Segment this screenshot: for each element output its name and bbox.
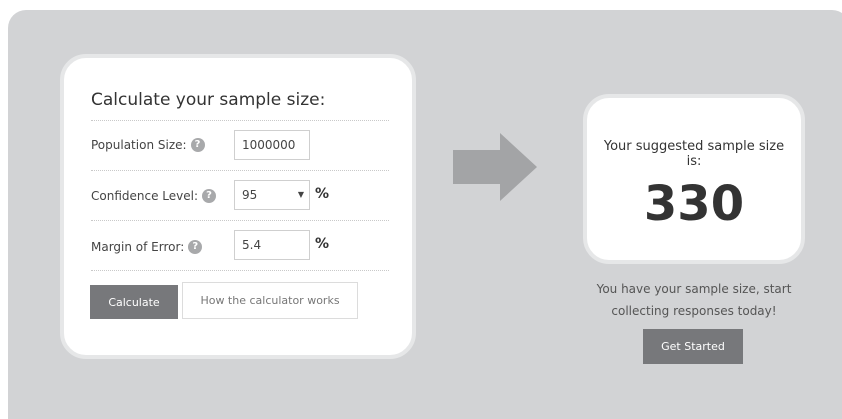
get-started-button[interactable]: Get Started bbox=[643, 329, 743, 364]
how-calculator-works-button[interactable]: How the calculator works bbox=[182, 282, 358, 319]
divider bbox=[91, 270, 389, 271]
confidence-unit: % bbox=[315, 186, 330, 202]
population-label-text: Population Size: bbox=[91, 138, 187, 152]
margin-of-error-input[interactable]: 5.4 bbox=[234, 230, 310, 260]
margin-label-text: Margin of Error: bbox=[91, 240, 185, 254]
help-icon[interactable]: ? bbox=[188, 240, 203, 254]
margin-label: Margin of Error: ? bbox=[91, 240, 203, 254]
calculator-title: Calculate your sample size: bbox=[91, 90, 326, 110]
calculate-button[interactable]: Calculate bbox=[90, 285, 178, 319]
result-card: Your suggested sample size is: 330 bbox=[583, 94, 805, 264]
arrow-right-icon bbox=[453, 133, 537, 201]
confidence-label: Confidence Level: ? bbox=[91, 189, 217, 203]
calculator-card: Calculate your sample size: Population S… bbox=[60, 54, 416, 359]
population-size-input[interactable]: 1000000 bbox=[234, 130, 310, 160]
divider bbox=[91, 170, 389, 171]
sample-size-value: 330 bbox=[643, 176, 745, 232]
confidence-level-select[interactable]: 95 ▼ bbox=[234, 180, 310, 210]
help-icon[interactable]: ? bbox=[190, 138, 205, 152]
divider bbox=[91, 220, 389, 221]
chevron-down-icon: ▼ bbox=[297, 190, 304, 199]
divider bbox=[91, 120, 389, 121]
confidence-label-text: Confidence Level: bbox=[91, 189, 199, 203]
result-label: Your suggested sample size is: bbox=[603, 139, 785, 169]
promo-text: You have your sample size, start collect… bbox=[596, 282, 792, 318]
confidence-level-value: 95 bbox=[242, 188, 258, 202]
help-icon[interactable]: ? bbox=[202, 189, 217, 203]
population-label: Population Size: ? bbox=[91, 138, 205, 152]
margin-unit: % bbox=[315, 236, 330, 252]
calculator-panel: Calculate your sample size: Population S… bbox=[8, 10, 842, 419]
